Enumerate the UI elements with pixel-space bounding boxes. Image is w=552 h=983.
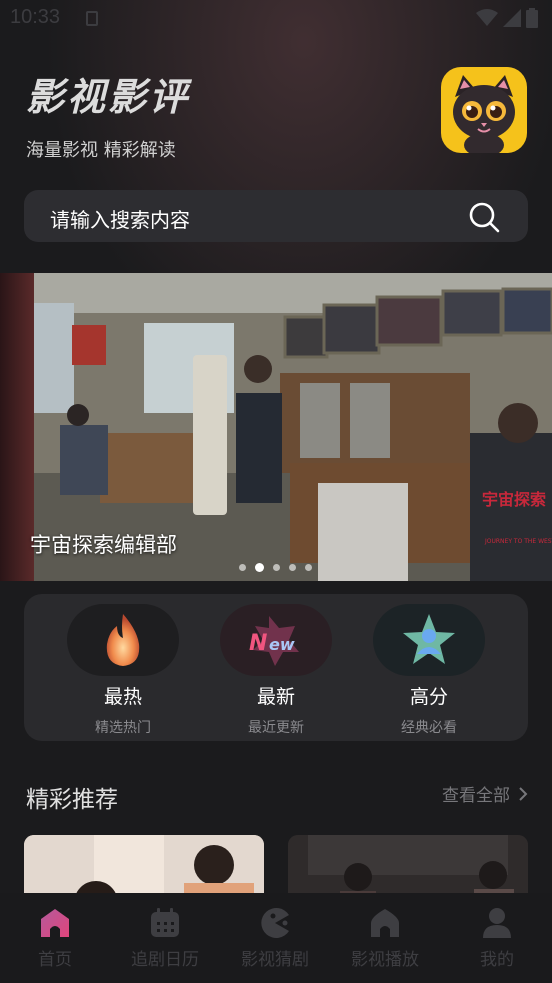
tab-guess-label: 影视猜剧: [241, 950, 309, 970]
star-person-icon: [403, 614, 455, 664]
category-top-rated-sub: 经典必看: [401, 720, 457, 736]
new-badge-icon: N ew: [249, 616, 299, 666]
tab-play[interactable]: 影视播放: [330, 907, 440, 970]
carousel-dot[interactable]: [239, 564, 246, 571]
signal-icon: [503, 9, 521, 27]
category-new-sub: 最近更新: [248, 720, 304, 736]
category-icon-bg: [67, 604, 179, 676]
app-title: 影视影评: [26, 75, 191, 119]
search-icon[interactable]: [468, 201, 500, 233]
carousel-dot-active[interactable]: [255, 563, 264, 572]
banner-carousel[interactable]: 宇宙探索 JOURNEY TO THE WEST 宇宙探索编辑部: [0, 273, 552, 581]
category-panel: 最热 精选热门 N ew 最新 最近更新 高分 经典必看: [24, 594, 528, 741]
tab-guess[interactable]: 影视猜剧: [220, 907, 330, 970]
house-play-icon: [371, 909, 399, 937]
tab-profile-label: 我的: [480, 950, 514, 970]
category-hot-sub: 精选热门: [95, 720, 151, 736]
poster-subtitle-logo: JOURNEY TO THE WEST: [484, 538, 552, 545]
pacman-icon: [261, 908, 289, 938]
search-bar[interactable]: 请输入搜索内容: [24, 190, 528, 242]
category-hot-label: 最热: [103, 686, 142, 708]
black-cat-logo-icon: [453, 75, 515, 153]
section-title: 精彩推荐: [26, 787, 118, 813]
svg-text:ew: ew: [269, 635, 295, 654]
home-icon: [41, 909, 69, 937]
status-time: 10:33: [10, 6, 61, 28]
previous-slide-peek: [0, 273, 34, 581]
tab-home-label: 首页: [38, 950, 72, 970]
tab-play-label: 影视播放: [351, 950, 419, 970]
banner-caption: 宇宙探索编辑部: [30, 533, 177, 557]
carousel-indicator: [239, 563, 312, 572]
category-icon-bg: N ew: [220, 604, 332, 676]
category-top-rated[interactable]: 高分 经典必看: [373, 604, 485, 736]
carousel-dot[interactable]: [273, 564, 280, 571]
chevron-right-icon: [519, 786, 528, 801]
view-all-link[interactable]: 查看全部: [442, 781, 528, 806]
search-input[interactable]: 请输入搜索内容: [50, 204, 190, 233]
svg-text:N: N: [249, 631, 267, 656]
carousel-dot[interactable]: [289, 564, 296, 571]
category-new[interactable]: N ew 最新 最近更新: [220, 604, 332, 736]
battery-icon: [526, 8, 538, 28]
category-new-label: 最新: [256, 686, 295, 708]
flame-icon: [106, 614, 140, 666]
notification-icon: [86, 11, 98, 26]
status-bar: 10:33: [0, 0, 552, 38]
profile-icon: [483, 908, 511, 938]
tab-home[interactable]: 首页: [0, 907, 110, 970]
app-subtitle: 海量影视 精彩解读: [26, 140, 176, 161]
app-logo: [441, 67, 527, 153]
wifi-icon: [476, 9, 498, 26]
tab-profile[interactable]: 我的: [442, 907, 552, 970]
tab-calendar-label: 追剧日历: [131, 950, 199, 970]
tab-calendar[interactable]: 追剧日历: [110, 907, 220, 970]
poster-title-logo: 宇宙探索: [482, 490, 546, 509]
category-icon-bg: [373, 604, 485, 676]
calendar-icon: [151, 908, 179, 937]
category-top-rated-label: 高分: [409, 686, 448, 708]
bottom-tab-bar: 首页 追剧日历 影视猜剧 影视播放 我的: [0, 893, 552, 983]
category-hot[interactable]: 最热 精选热门: [67, 604, 179, 736]
carousel-dot[interactable]: [305, 564, 312, 571]
status-icons: [476, 8, 538, 28]
view-all-label: 查看全部: [442, 786, 510, 806]
